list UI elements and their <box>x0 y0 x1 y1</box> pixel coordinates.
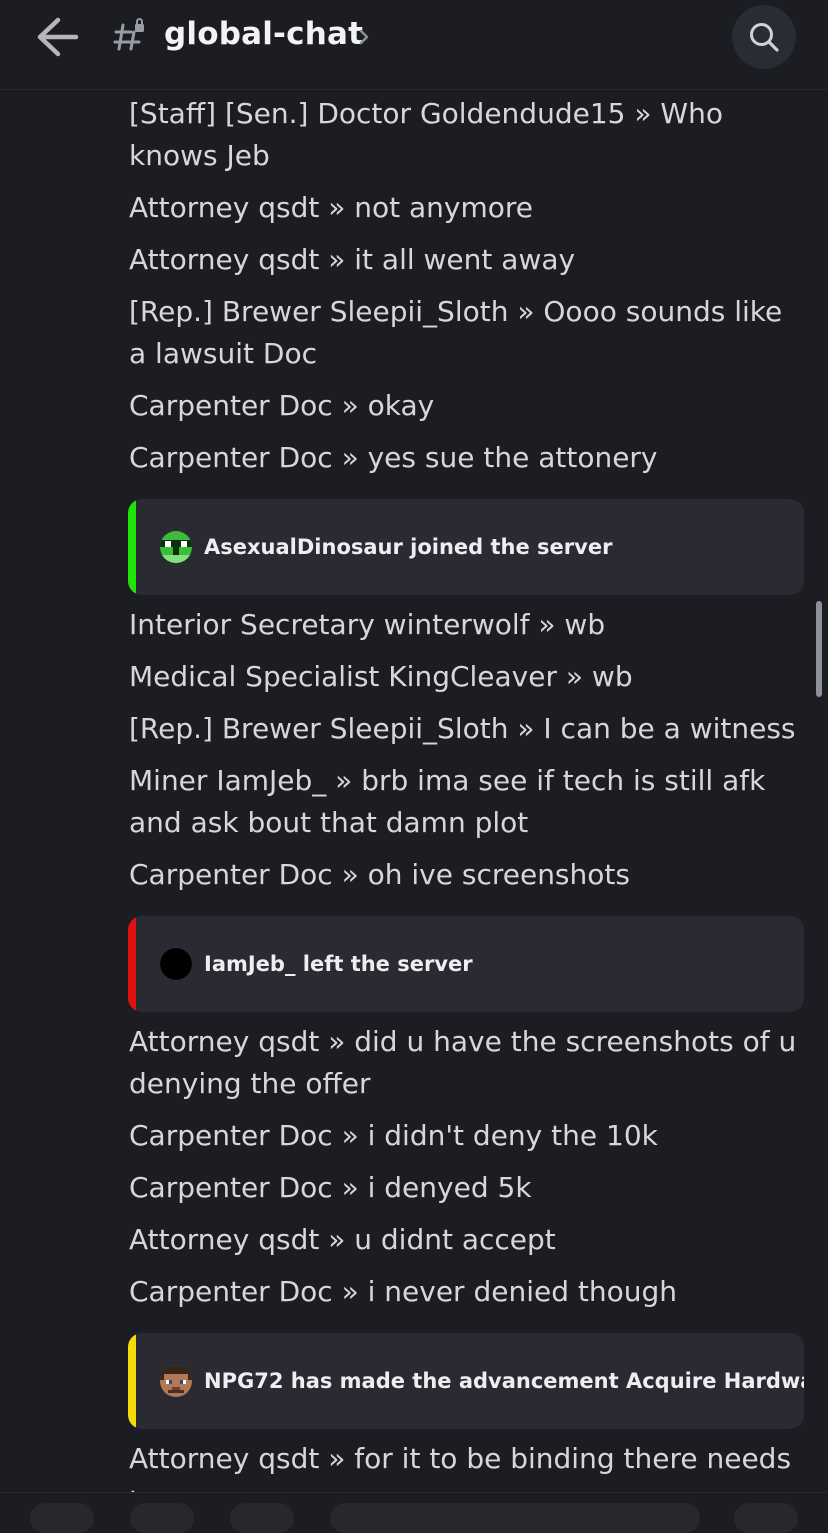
system-event-advancement[interactable]: NPG72 has made the advancement Acquire H… <box>128 1333 804 1429</box>
hash-lock-icon <box>112 18 148 54</box>
voice-button[interactable] <box>734 1503 798 1533</box>
chat-message[interactable]: [Staff] [Sen.] Doctor Goldendude15 » Who… <box>129 93 801 177</box>
message-composer-bar <box>0 1492 828 1533</box>
chat-message[interactable]: Medical Specialist KingCleaver » wb <box>129 656 801 698</box>
scrollbar-thumb[interactable] <box>816 601 822 697</box>
system-event-leave[interactable]: IamJeb_ left the server <box>128 916 804 1012</box>
chat-message[interactable]: Attorney qsdt » for it to be binding the… <box>129 1438 801 1492</box>
chat-message[interactable]: Attorney qsdt » did u have the screensho… <box>129 1021 801 1105</box>
chat-message[interactable]: Attorney qsdt » it all went away <box>129 239 801 281</box>
chat-message[interactable]: Carpenter Doc » okay <box>129 385 801 427</box>
chat-message[interactable]: Carpenter Doc » i denyed 5k <box>129 1167 801 1209</box>
chat-message[interactable]: Carpenter Doc » i didn't deny the 10k <box>129 1115 801 1157</box>
chat-message[interactable]: Attorney qsdt » not anymore <box>129 187 801 229</box>
steve-head-avatar[interactable] <box>160 1365 192 1397</box>
system-event-text: NPG72 has made the advancement Acquire H… <box>204 1369 804 1393</box>
back-button[interactable] <box>34 16 80 58</box>
green-creeper-avatar[interactable] <box>160 531 192 563</box>
channel-title[interactable]: global-chat <box>164 16 363 52</box>
arrow-left-icon <box>37 17 79 57</box>
accent-bar <box>128 499 136 595</box>
accent-bar <box>128 916 136 1012</box>
gift-button[interactable] <box>230 1503 294 1533</box>
message-list[interactable]: [Staff] [Sen.] Doctor Goldendude15 » Who… <box>0 90 828 1492</box>
message-input[interactable] <box>330 1503 700 1533</box>
search-icon <box>750 23 779 52</box>
chat-message[interactable]: Carpenter Doc » yes sue the attonery <box>129 437 801 479</box>
chat-message[interactable]: [Rep.] Brewer Sleepii_Sloth » Oooo sound… <box>129 291 801 375</box>
system-event-join[interactable]: AsexualDinosaur joined the server <box>128 499 804 595</box>
chevron-right-icon[interactable] <box>356 26 372 48</box>
apps-button[interactable] <box>130 1503 194 1533</box>
search-button[interactable] <box>732 5 796 69</box>
chat-message[interactable]: Carpenter Doc » oh ive screenshots <box>129 854 801 896</box>
system-event-text: AsexualDinosaur joined the server <box>204 535 613 559</box>
accent-bar <box>128 1333 136 1429</box>
chat-message[interactable]: Carpenter Doc » i never denied though <box>129 1271 801 1313</box>
system-event-text: IamJeb_ left the server <box>204 952 473 976</box>
chat-message[interactable]: [Rep.] Brewer Sleepii_Sloth » I can be a… <box>129 708 801 750</box>
chat-message[interactable]: Interior Secretary winterwolf » wb <box>129 604 801 646</box>
black-circle-avatar[interactable] <box>160 948 192 980</box>
chat-message[interactable]: Miner IamJeb_ » brb ima see if tech is s… <box>129 760 801 844</box>
add-button[interactable] <box>30 1503 94 1533</box>
chat-message[interactable]: Attorney qsdt » u didnt accept <box>129 1219 801 1261</box>
channel-header: global-chat <box>0 0 828 90</box>
